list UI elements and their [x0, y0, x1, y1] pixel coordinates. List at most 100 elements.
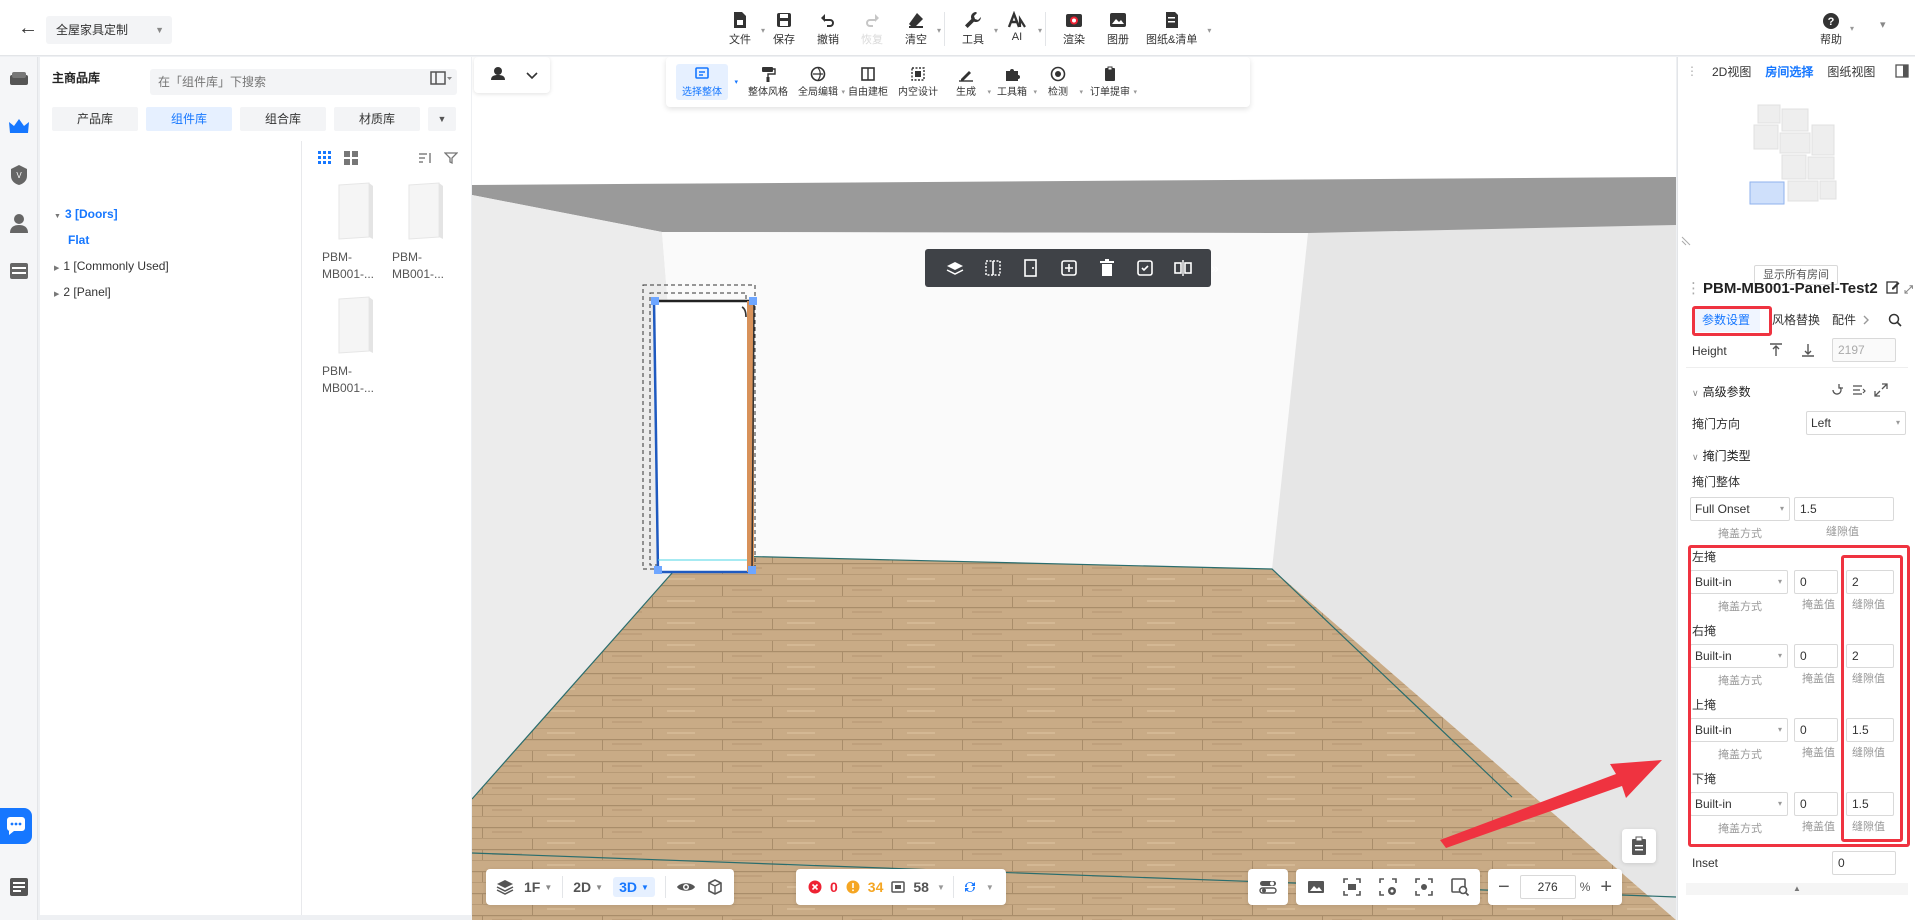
interior-design-button[interactable]: 内空设计 — [898, 66, 938, 98]
redo-button[interactable]: 恢复 — [856, 10, 888, 47]
free-cabinet-button[interactable]: 自由建柜 — [848, 66, 888, 98]
tab-accessories[interactable]: 配件 — [1832, 311, 1856, 328]
warning-icon[interactable] — [846, 880, 860, 894]
drag-handle-icon[interactable]: ⋮ — [1686, 280, 1701, 297]
door-direction-select[interactable]: Left ▾ — [1806, 411, 1906, 435]
replace-icon[interactable] — [1135, 257, 1155, 279]
generate-button[interactable]: 生成 ▾ — [948, 66, 991, 98]
expand-more-icon[interactable]: » — [1211, 257, 1219, 279]
eye-icon[interactable] — [676, 880, 696, 894]
help-button[interactable]: ? 帮助 ▾ — [1820, 12, 1854, 47]
cabinet-icon[interactable] — [7, 259, 31, 283]
expand-icon[interactable]: ⤢ — [1904, 284, 1913, 296]
tab-product-library[interactable]: 产品库 — [52, 107, 138, 131]
cube-icon[interactable] — [706, 878, 724, 896]
drawings-list-button[interactable]: 图纸&清单 ▾ — [1146, 10, 1211, 47]
zoom-out-button[interactable]: − — [1498, 876, 1510, 899]
component-thumbnail[interactable]: PBM- MB001-... — [322, 293, 386, 397]
tab-material-library[interactable]: 材质库 — [334, 107, 420, 131]
mirror-icon[interactable] — [1173, 257, 1193, 279]
toolbox-button[interactable]: 工具箱 ▾ — [994, 66, 1037, 98]
tabs-more-button[interactable]: ▼ — [428, 107, 456, 131]
crown-icon[interactable] — [7, 115, 31, 139]
door-icon[interactable] — [1021, 257, 1041, 279]
align-top-icon[interactable] — [1768, 342, 1784, 358]
undo-button[interactable]: 撤销 — [812, 10, 844, 47]
tab-combo-library[interactable]: 组合库 — [240, 107, 326, 131]
door-type-section-title[interactable]: ∨ 掩门类型 — [1692, 447, 1751, 464]
reset-icon[interactable] — [1830, 383, 1844, 397]
chat-button[interactable] — [0, 808, 32, 844]
select-whole-button[interactable]: 选择整体 ▾ — [676, 64, 738, 100]
room-minimap[interactable]: 显示所有房间 — [1678, 85, 1915, 285]
list-settings-icon[interactable] — [1852, 383, 1866, 397]
layout-toggle-icon[interactable] — [430, 71, 452, 88]
sort-icon[interactable] — [418, 151, 432, 165]
tools-button[interactable]: 工具 ▾ — [957, 10, 998, 47]
tab-room-select[interactable]: 房间选择 — [1765, 63, 1813, 80]
advanced-section-title[interactable]: ∨ 高级参数 — [1692, 383, 1751, 400]
tab-2d-view[interactable]: 2D视图 — [1712, 63, 1751, 80]
collapse-up-icon[interactable]: ▲ — [1686, 883, 1908, 895]
view-user-selector[interactable] — [474, 57, 550, 93]
tree-item-commonly-used[interactable]: ▶ 1 [Commonly Used] — [54, 259, 169, 273]
tree-item-flat[interactable]: Flat — [68, 233, 89, 247]
render-button[interactable]: 渲染 — [1058, 10, 1090, 47]
door-whole-gap-input[interactable] — [1794, 497, 1894, 521]
window-menu-icon[interactable]: ▾ — [1880, 18, 1886, 31]
overall-style-button[interactable]: 整体风格 — [748, 66, 788, 98]
album-button[interactable]: 图册 — [1102, 10, 1134, 47]
search-icon[interactable] — [1888, 313, 1902, 327]
save-button[interactable]: 保存 — [768, 10, 800, 47]
layers-icon[interactable] — [496, 878, 514, 896]
global-edit-button[interactable]: 全局编辑 ▾ — [798, 66, 845, 98]
zoom-input[interactable] — [1519, 875, 1576, 899]
door-whole-select[interactable]: Full Onset ▾ — [1690, 497, 1790, 521]
add-copy-icon[interactable] — [1059, 257, 1079, 279]
chevron-down-icon[interactable]: ▼ — [986, 883, 994, 892]
view-2d-toggle[interactable]: 2D ▼ — [573, 879, 603, 895]
component-thumbnail[interactable]: PBM- MB001-... — [392, 179, 456, 283]
clear-button[interactable]: 清空 ▾ — [900, 10, 941, 47]
edit-icon[interactable] — [1886, 280, 1900, 294]
grid-small-icon[interactable] — [318, 151, 332, 165]
sync-icon[interactable] — [962, 879, 978, 895]
filter-icon[interactable] — [444, 151, 458, 165]
inset-input[interactable] — [1832, 851, 1896, 875]
split-icon[interactable] — [983, 257, 1003, 279]
tree-item-doors[interactable]: ▼ 3 [Doors] — [54, 207, 118, 221]
grid-large-icon[interactable] — [344, 151, 358, 165]
view-3d-toggle[interactable]: 3D ▼ — [613, 877, 655, 897]
project-selector[interactable]: 全屋家具定制 ▼ — [46, 16, 172, 44]
back-arrow-icon[interactable]: ← — [16, 16, 40, 40]
align-bottom-icon[interactable] — [1800, 342, 1816, 358]
chevron-down-icon[interactable]: ▼ — [937, 883, 945, 892]
user-icon[interactable] — [7, 211, 31, 235]
order-submit-button[interactable]: 订单提审 ▾ — [1090, 66, 1137, 98]
zoom-in-button[interactable]: + — [1600, 876, 1612, 899]
ai-button[interactable]: AI ▾ — [1001, 10, 1042, 43]
capture-settings-icon[interactable] — [1378, 877, 1398, 897]
select-layer-icon[interactable] — [945, 257, 965, 279]
component-thumbnail[interactable]: PBM- MB001-... — [322, 179, 386, 283]
drag-handle-icon[interactable]: ⋮ — [1686, 64, 1698, 78]
item-count-icon[interactable] — [891, 880, 906, 894]
tree-item-panel[interactable]: ▶ 2 [Panel] — [54, 285, 111, 299]
trash-icon[interactable] — [1097, 257, 1117, 279]
list-panel-icon[interactable] — [7, 875, 31, 899]
tab-drawing-view[interactable]: 图纸视图 — [1827, 63, 1875, 80]
zoom-area-icon[interactable] — [1450, 877, 1470, 897]
height-input[interactable] — [1832, 338, 1896, 362]
panel-dock-icon[interactable] — [1895, 64, 1910, 78]
inspect-button[interactable]: 检测 ▾ — [1040, 66, 1083, 98]
settings-toggle-icon[interactable] — [1258, 877, 1278, 897]
error-icon[interactable] — [808, 880, 822, 894]
tab-component-library[interactable]: 组件库 — [146, 107, 232, 131]
more-tabs-icon[interactable] — [1860, 314, 1872, 326]
region-capture-icon[interactable] — [1342, 877, 1362, 897]
library-search-input[interactable] — [150, 69, 457, 95]
fit-view-icon[interactable] — [1414, 877, 1434, 897]
sofa-icon[interactable] — [7, 67, 31, 91]
image-icon[interactable] — [1306, 877, 1326, 897]
floor-selector[interactable]: 1F ▼ — [524, 879, 552, 895]
